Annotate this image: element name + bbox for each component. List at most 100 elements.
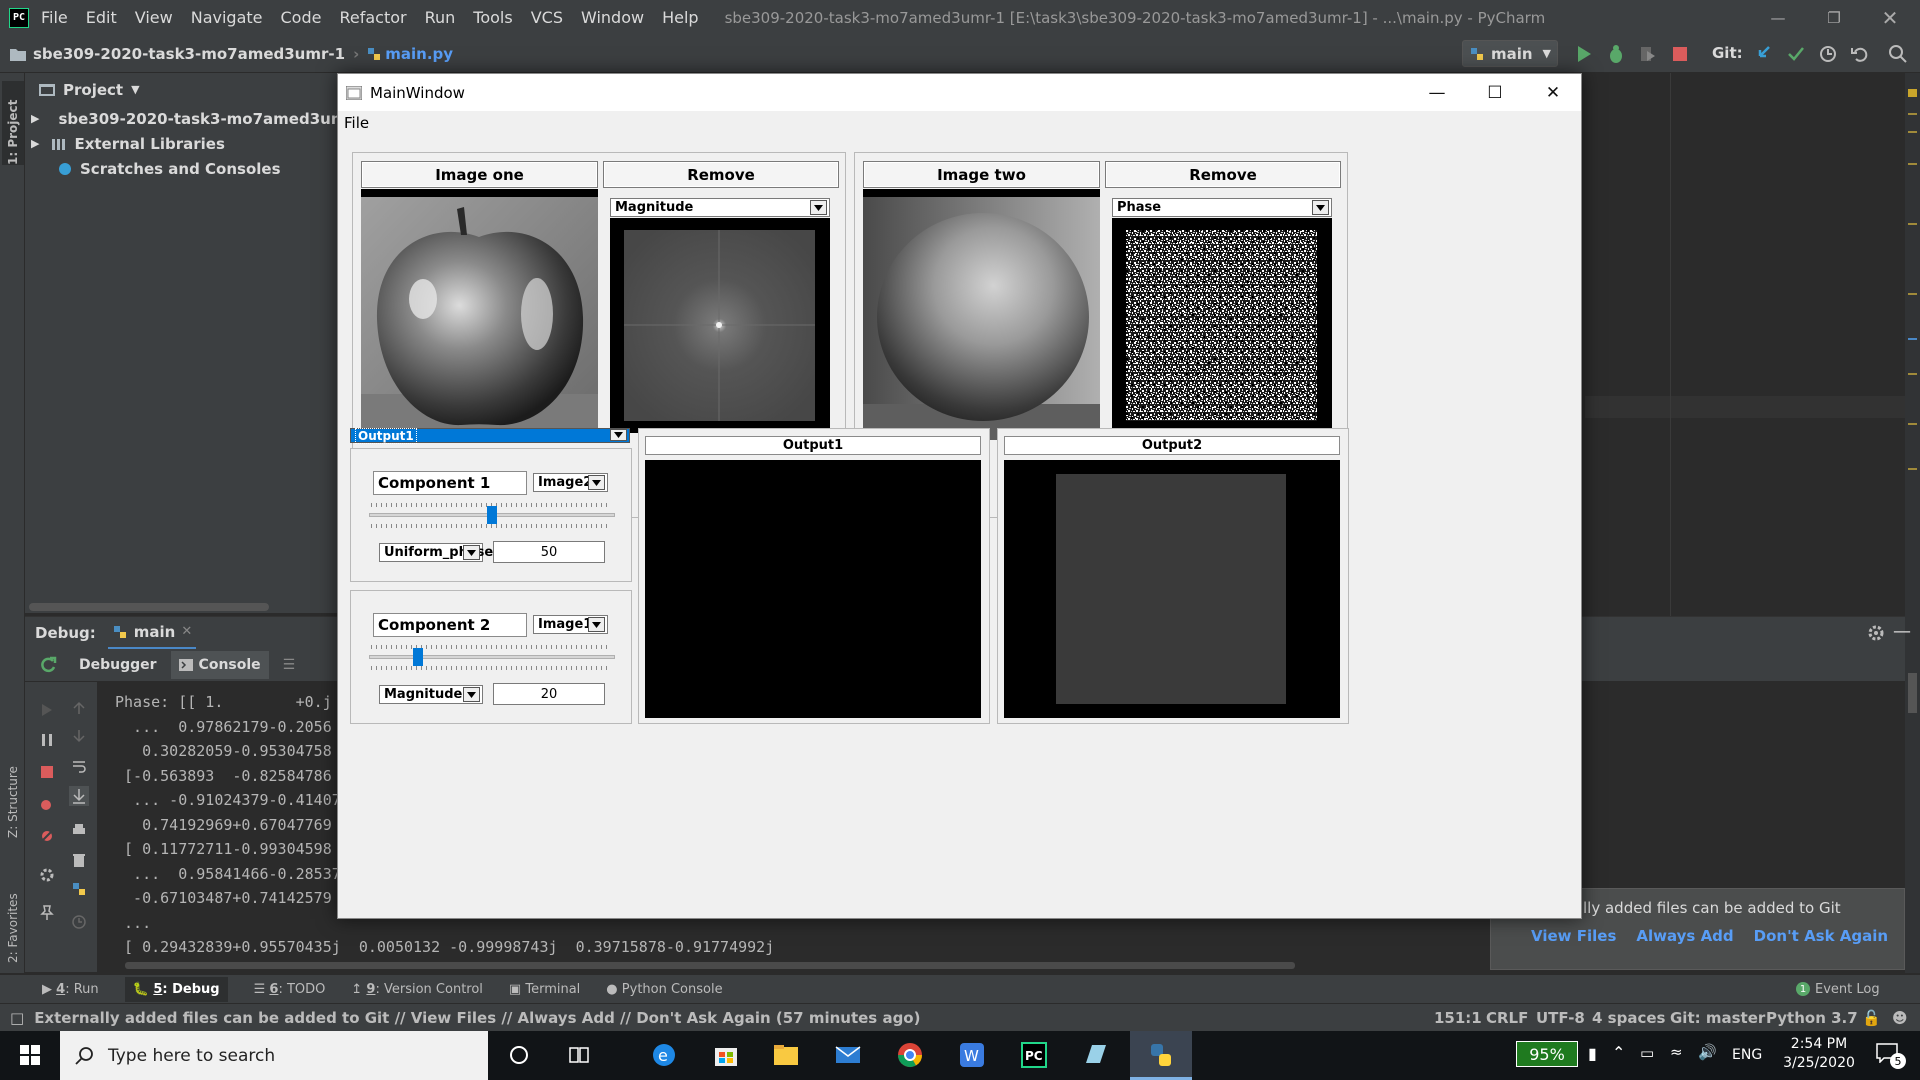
menu-refactor[interactable]: Refactor <box>339 8 406 27</box>
tool-tab-version-control[interactable]: ↥ 9: Version Control <box>351 982 483 997</box>
run-config-selector[interactable]: main ▼ <box>1462 40 1558 67</box>
close-tab-icon[interactable]: ✕ <box>181 624 192 639</box>
volume-icon[interactable]: 🔊 <box>1698 1043 1717 1061</box>
git-update-icon[interactable] <box>1754 44 1774 64</box>
console-horizontal-scrollbar[interactable] <box>125 962 1295 969</box>
mail-icon[interactable] <box>834 1041 862 1069</box>
hide-panel-icon[interactable]: — <box>1893 621 1911 642</box>
menu-edit[interactable]: Edit <box>86 8 117 27</box>
component-2-slider-handle[interactable] <box>413 648 424 666</box>
rerun-icon[interactable] <box>39 656 57 674</box>
print-icon[interactable] <box>71 822 87 838</box>
mainwindow-minimize-icon[interactable]: — <box>1408 74 1466 111</box>
mainwindow-menu-file[interactable]: File <box>344 114 369 132</box>
pin-icon[interactable] <box>39 904 55 920</box>
component-2-type-select[interactable]: Magnitude <box>379 685 483 704</box>
image-one-button[interactable]: Image one <box>361 161 598 188</box>
debug-icon[interactable] <box>1606 44 1626 64</box>
cortana-icon[interactable] <box>508 1044 530 1066</box>
pause-icon[interactable] <box>39 732 55 748</box>
tab-debugger[interactable]: Debugger <box>79 657 157 673</box>
component-1-value-field[interactable]: 50 <box>493 541 605 563</box>
image-two-button[interactable]: Image two <box>863 161 1100 188</box>
history-icon[interactable] <box>1818 44 1838 64</box>
resume-icon[interactable] <box>39 702 55 718</box>
menu-file[interactable]: File <box>41 8 68 27</box>
tree-item-external-libraries[interactable]: ▶ External Libraries <box>25 131 337 156</box>
caret-position[interactable]: 151:1 <box>1434 1009 1482 1027</box>
chevron-down-icon[interactable]: ▼ <box>131 83 139 96</box>
task-view-icon[interactable] <box>568 1044 590 1066</box>
restore-layout-icon[interactable] <box>1847 661 1848 662</box>
breadcrumb[interactable]: sbe309-2020-task3-mo7amed3umr-1 › main.p… <box>10 45 453 63</box>
tree-item-project[interactable]: ▶ sbe309-2020-task3-mo7amed3umr <box>25 106 354 131</box>
menu-tools[interactable]: Tools <box>473 8 512 27</box>
soft-wrap-icon[interactable] <box>71 758 87 774</box>
console-scrollbar[interactable] <box>1908 673 1917 713</box>
battery-percent[interactable]: 95% <box>1516 1041 1578 1067</box>
usb-icon[interactable]: ▮ <box>1588 1044 1597 1063</box>
component-1-source-select[interactable]: Image2 <box>533 473 608 492</box>
trash-icon[interactable] <box>71 852 87 868</box>
tab-favorites[interactable]: 2: Favorites <box>2 863 24 963</box>
view-files-link[interactable]: View Files <box>1531 927 1616 945</box>
windows-start-icon[interactable] <box>20 1045 40 1065</box>
ide-minimize-icon[interactable]: — <box>1750 0 1806 35</box>
lock-icon[interactable]: 🔓 <box>1862 1009 1881 1027</box>
tool-tab-debug[interactable]: 🐛 5: Debug <box>124 976 228 1002</box>
stop-icon[interactable] <box>1670 44 1690 64</box>
image-two-fft-view[interactable] <box>1112 218 1332 433</box>
component-2-value-field[interactable]: 20 <box>493 683 605 705</box>
file-encoding[interactable]: UTF-8 <box>1536 1009 1585 1027</box>
expand-arrow-icon[interactable]: ▶ <box>31 137 39 150</box>
python-interpreter[interactable]: Python 3.7 <box>1766 1009 1858 1027</box>
image-two-component-select[interactable]: Phase <box>1112 198 1332 217</box>
menu-run[interactable]: Run <box>425 8 456 27</box>
image-two-view[interactable] <box>863 189 1100 440</box>
taskbar-search-box[interactable]: Type here to search <box>60 1031 488 1080</box>
git-branch[interactable]: Git: master <box>1670 1009 1765 1027</box>
line-separator[interactable]: CRLF <box>1486 1009 1528 1027</box>
project-panel-header[interactable]: Project ▼ <box>25 73 337 106</box>
git-commit-icon[interactable] <box>1786 44 1806 64</box>
status-message[interactable]: Externally added files can be added to G… <box>34 1009 920 1027</box>
view-breakpoints-icon[interactable] <box>39 796 55 812</box>
layout-icon[interactable]: ☰ <box>283 657 296 673</box>
dont-ask-again-link[interactable]: Don't Ask Again <box>1754 927 1888 945</box>
action-center-icon[interactable]: 5 <box>1876 1043 1906 1069</box>
pycharm-taskbar-icon[interactable]: PC <box>1020 1041 1048 1069</box>
image-two-remove-button[interactable]: Remove <box>1105 161 1341 188</box>
clock[interactable]: 2:54 PM 3/25/2020 <box>1764 1036 1874 1071</box>
python-app-taskbar-item[interactable] <box>1130 1031 1192 1080</box>
component-1-slider-handle[interactable] <box>487 506 497 524</box>
ide-restore-icon[interactable]: ❐ <box>1806 0 1862 35</box>
gear-icon[interactable] <box>1867 624 1885 642</box>
edge-icon[interactable]: e <box>650 1041 678 1069</box>
tab-project[interactable]: 1: Project <box>2 81 24 165</box>
breadcrumb-file[interactable]: main.py <box>385 45 453 63</box>
file-explorer-icon[interactable] <box>772 1041 800 1069</box>
output-2-view[interactable] <box>1004 460 1340 718</box>
always-add-link[interactable]: Always Add <box>1636 927 1733 945</box>
chevron-up-icon[interactable]: ⌃ <box>1612 1043 1625 1062</box>
wifi-icon[interactable]: ≈ <box>1670 1043 1683 1061</box>
status-toggle-icon[interactable]: □ <box>10 1009 24 1027</box>
expand-arrow-icon[interactable]: ▶ <box>31 112 39 125</box>
menu-navigate[interactable]: Navigate <box>191 8 263 27</box>
horizontal-scrollbar[interactable] <box>29 603 269 611</box>
tree-item-scratches[interactable]: Scratches and Consoles <box>25 156 337 181</box>
battery-icon[interactable]: ▭ <box>1640 1044 1654 1062</box>
menu-code[interactable]: Code <box>281 8 322 27</box>
up-arrow-icon[interactable] <box>71 700 87 716</box>
image-one-remove-button[interactable]: Remove <box>603 161 839 188</box>
chrome-icon[interactable] <box>896 1041 924 1069</box>
component-1-type-select[interactable]: Uniform_phase <box>379 543 493 562</box>
menu-window[interactable]: Window <box>581 8 644 27</box>
debug-session-tab[interactable]: main ✕ <box>107 617 197 650</box>
indent-setting[interactable]: 4 spaces <box>1592 1009 1665 1027</box>
python-console-icon[interactable] <box>71 882 87 898</box>
breadcrumb-project[interactable]: sbe309-2020-task3-mo7amed3umr-1 <box>33 45 345 63</box>
tab-console[interactable]: Console <box>170 651 269 679</box>
output-1-view[interactable] <box>645 460 981 718</box>
down-arrow-icon[interactable] <box>71 728 87 744</box>
